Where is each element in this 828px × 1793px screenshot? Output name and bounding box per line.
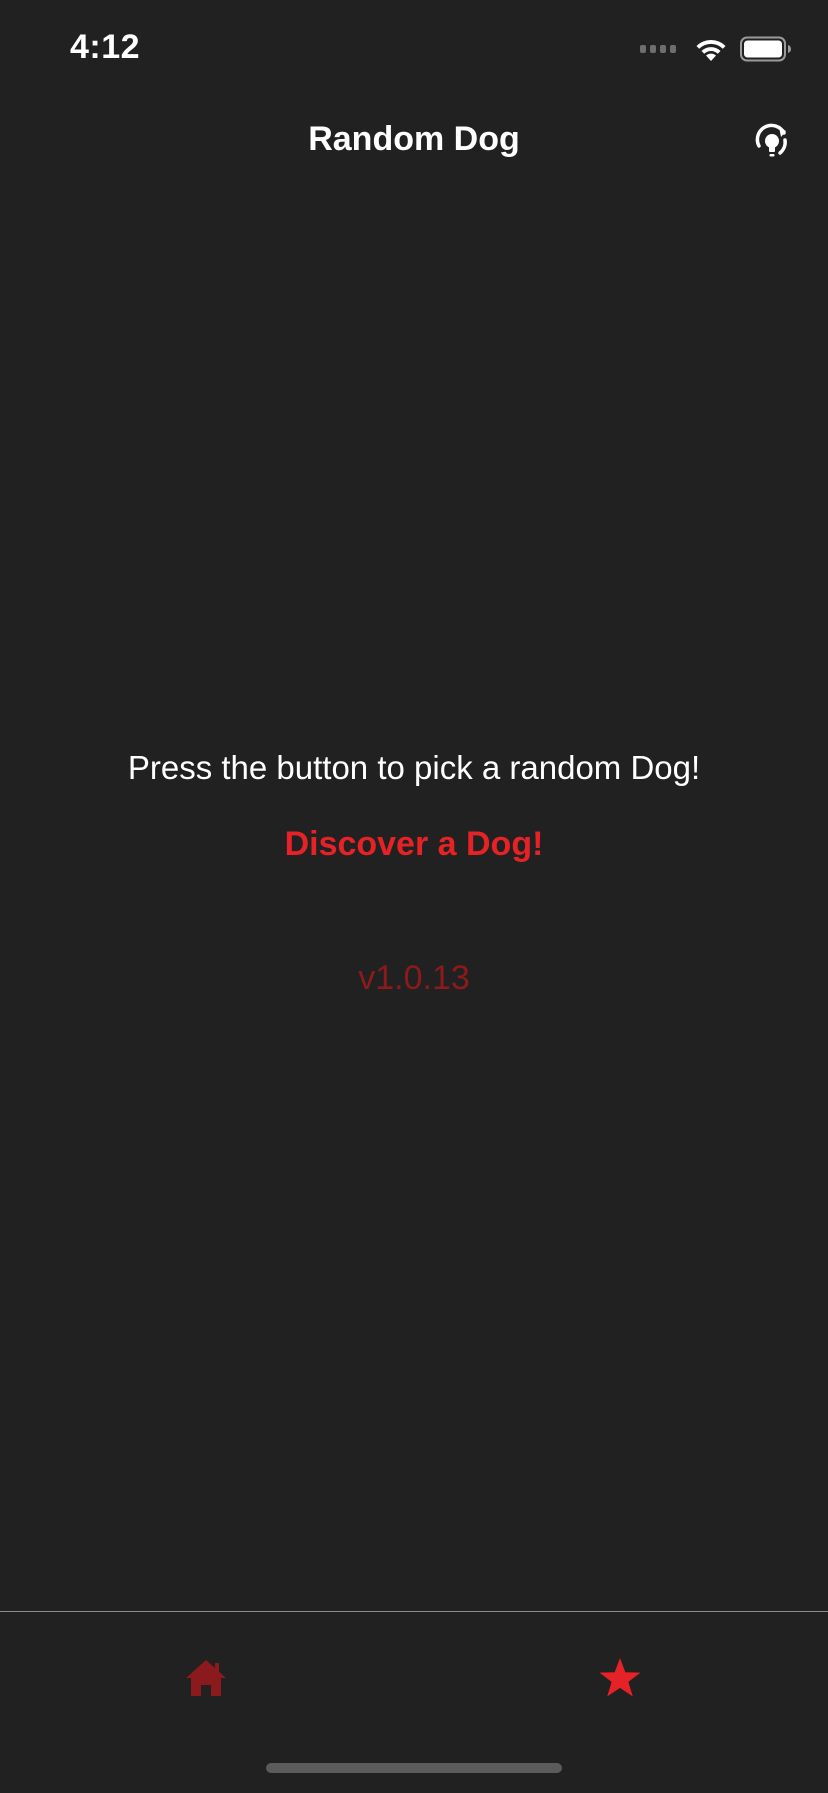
page-title: Random Dog — [308, 120, 520, 158]
refresh-lightbulb-icon — [755, 123, 787, 157]
signal-dots-icon — [640, 45, 676, 53]
tab-home[interactable] — [166, 1648, 246, 1708]
status-icons — [640, 36, 792, 62]
prompt-text: Press the button to pick a random Dog! — [127, 749, 701, 786]
star-icon — [599, 1658, 641, 1697]
navigation-bar: Random Dog — [0, 100, 828, 188]
status-bar: 4:12 — [0, 0, 828, 100]
status-time: 4:12 — [70, 28, 141, 66]
main-content: Press the button to pick a random Dog! D… — [0, 740, 828, 1000]
refresh-button[interactable] — [746, 116, 798, 168]
home-icon — [186, 1660, 226, 1696]
discover-dog-button[interactable]: Discover a Dog! — [275, 816, 554, 872]
wifi-icon — [696, 39, 726, 61]
battery-icon — [740, 36, 791, 62]
version-label: v1.0.13 — [358, 959, 470, 997]
home-indicator — [266, 1763, 562, 1773]
tab-favorites[interactable] — [580, 1648, 660, 1708]
